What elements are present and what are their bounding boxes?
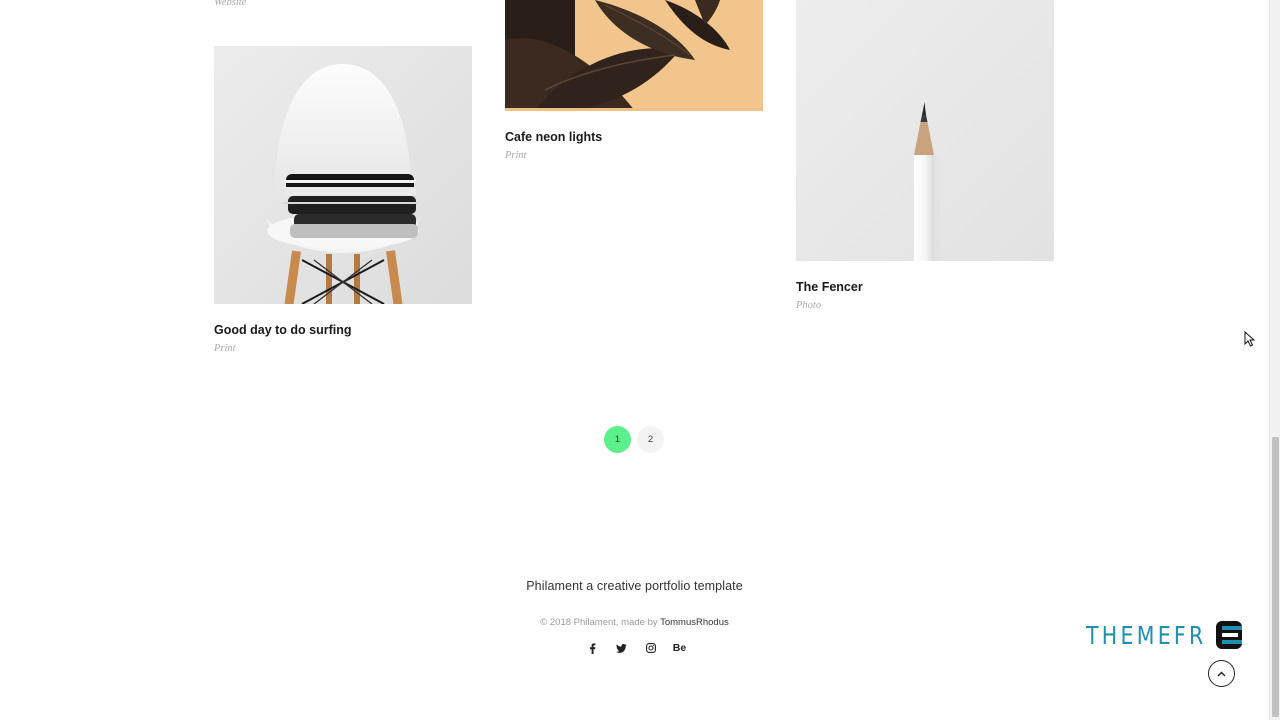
portfolio-thumbnail-leaves[interactable]: [505, 0, 763, 111]
item-category: Website: [214, 0, 247, 8]
scrollbar-thumb[interactable]: [1272, 437, 1279, 717]
logo-text: THEMEFR: [1086, 620, 1207, 650]
portfolio-thumbnail-chair[interactable]: [214, 46, 472, 304]
twitter-icon[interactable]: [607, 639, 636, 657]
social-links: Be: [578, 639, 694, 657]
item-title[interactable]: The Fencer: [796, 280, 1054, 294]
page: Website Good day to do surfing Print Caf…: [0, 0, 1269, 720]
chair-image: [214, 46, 472, 304]
footer-title: Philament a creative portfolio template: [526, 579, 743, 593]
behance-icon[interactable]: Be: [665, 639, 694, 657]
instagram-icon[interactable]: [636, 639, 665, 657]
pencil-image: [796, 0, 1054, 261]
item-category: Photo: [796, 300, 822, 311]
author-link[interactable]: TommusRhodus: [660, 617, 729, 628]
footer-copyright: © 2018 Philament, made by TommusRhodus: [0, 617, 1269, 628]
item-category: Print: [505, 150, 527, 161]
mouse-cursor-icon: [1244, 331, 1256, 347]
portfolio-item[interactable]: The Fencer Photo: [796, 0, 1054, 311]
logo-e-mark: [1215, 621, 1242, 649]
portfolio-item[interactable]: Good day to do surfing Print: [214, 46, 472, 354]
chevron-up-icon: [1217, 671, 1226, 676]
back-to-top-button[interactable]: [1208, 660, 1235, 687]
page-1-button[interactable]: 1: [604, 426, 631, 453]
leaves-image: [505, 0, 763, 111]
pagination: 1 2: [604, 426, 664, 453]
themefree-logo: THEMEFR: [1086, 618, 1243, 652]
item-category: Print: [214, 343, 236, 354]
copyright-text: © 2018 Philament, made by: [540, 617, 661, 628]
page-scrollbar[interactable]: [1269, 0, 1280, 720]
item-title[interactable]: Cafe neon lights: [505, 130, 763, 144]
facebook-icon[interactable]: [578, 639, 607, 657]
portfolio-item[interactable]: Cafe neon lights Print: [505, 0, 763, 161]
portfolio-thumbnail-pencil[interactable]: [796, 0, 1054, 261]
item-title[interactable]: Good day to do surfing: [214, 323, 472, 337]
page-2-button[interactable]: 2: [637, 426, 664, 453]
